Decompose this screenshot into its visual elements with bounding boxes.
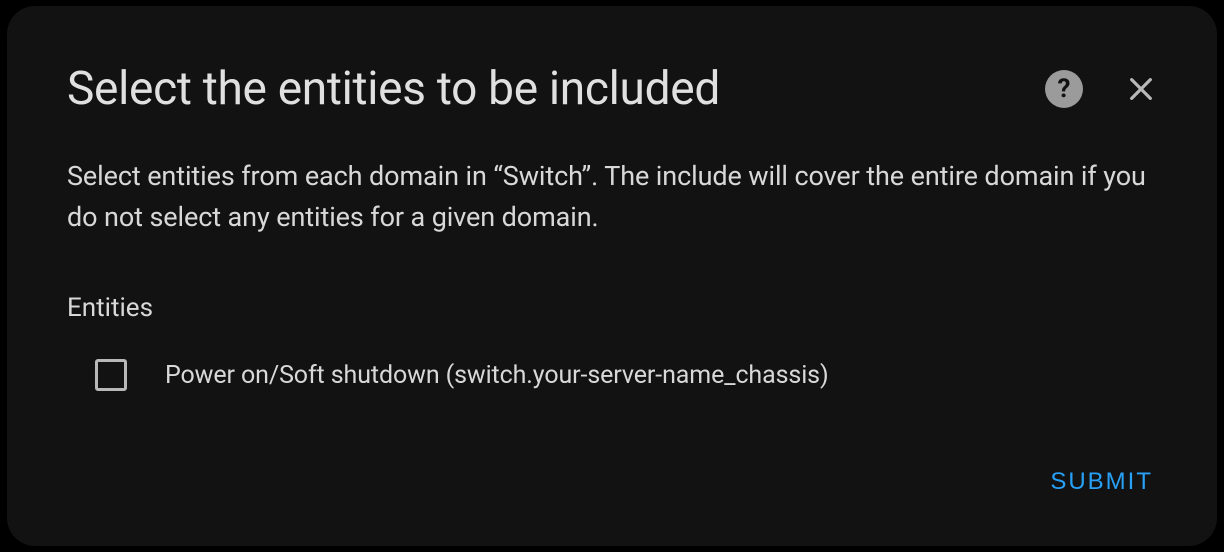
dialog-description: Select entities from each domain in “Swi… <box>67 156 1157 237</box>
header-actions: ? <box>1045 70 1157 108</box>
dialog-body: Select entities from each domain in “Swi… <box>7 116 1217 460</box>
dialog-header: Select the entities to be included ? <box>7 6 1217 116</box>
submit-button[interactable]: SUBMIT <box>1046 460 1157 504</box>
dialog-title: Select the entities to be included <box>67 62 1045 116</box>
close-icon[interactable] <box>1125 73 1157 105</box>
entity-label: Power on/Soft shutdown (switch.your-serv… <box>165 361 829 390</box>
entity-checkbox[interactable] <box>95 359 127 391</box>
dialog-footer: SUBMIT <box>7 460 1217 546</box>
help-icon[interactable]: ? <box>1045 70 1083 108</box>
entity-selection-dialog: Select the entities to be included ? Sel… <box>7 6 1217 546</box>
entity-row[interactable]: Power on/Soft shutdown (switch.your-serv… <box>67 359 1157 391</box>
entities-section-label: Entities <box>67 293 1157 323</box>
